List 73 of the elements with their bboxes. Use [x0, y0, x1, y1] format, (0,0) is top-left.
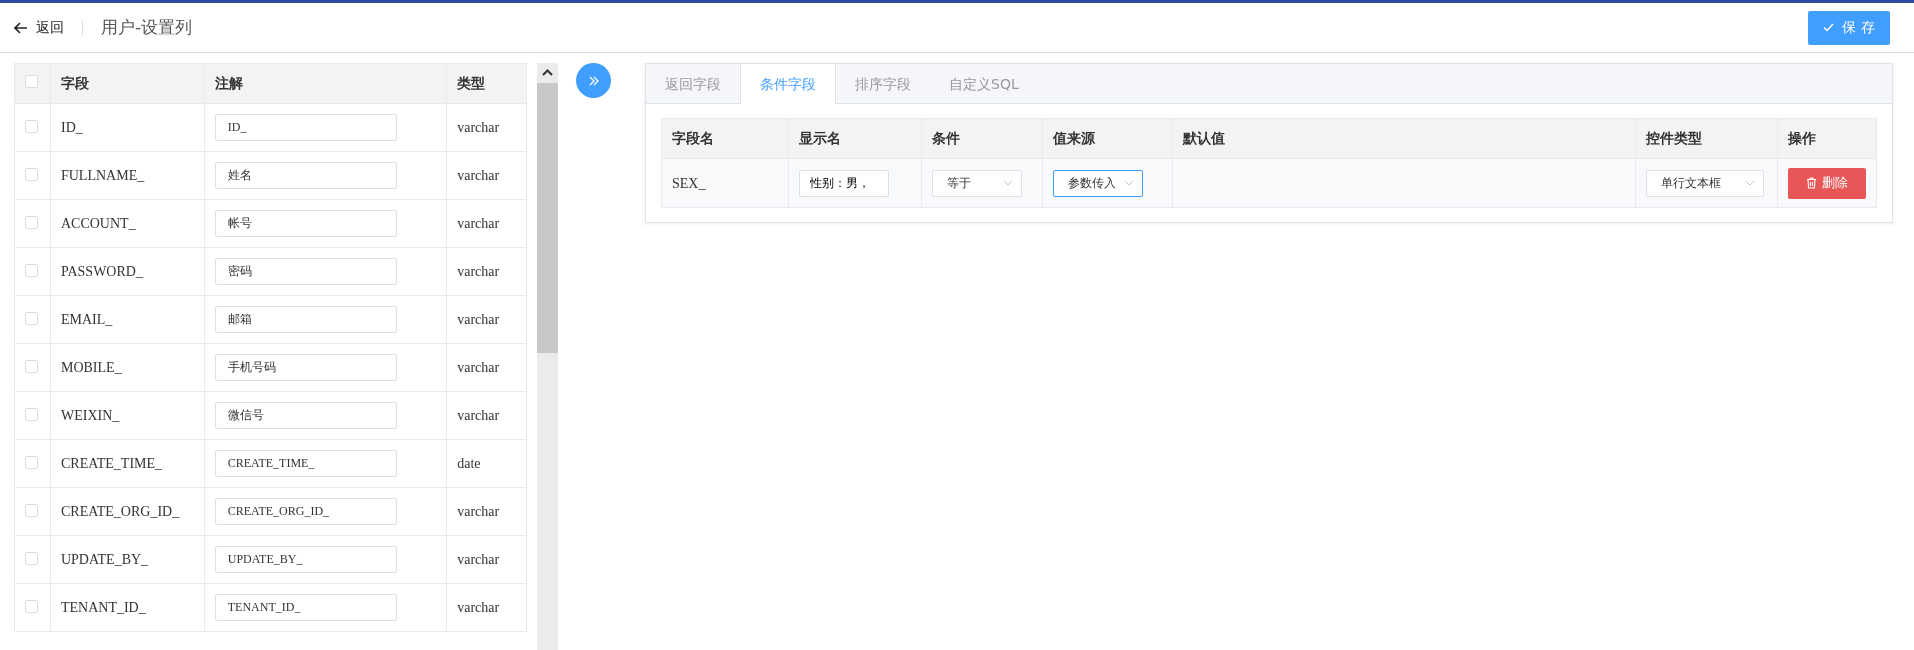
comment-input[interactable]: 邮箱 [214, 306, 397, 333]
field-name-cell: UPDATE_BY_ [50, 535, 205, 584]
field-name-cell: ACCOUNT_ [50, 199, 205, 248]
field-name-cell: EMAIL_ [50, 295, 205, 344]
chevron-down-icon [1123, 180, 1134, 186]
field-name-cell: PASSWORD_ [50, 247, 205, 296]
column-header: 注解 [204, 63, 447, 104]
column-header: 条件 [921, 118, 1043, 159]
double-chevron-icon [588, 75, 599, 86]
back-arrow-icon [14, 21, 28, 34]
type-cell: varchar [446, 487, 527, 536]
select-field[interactable]: 等于 [932, 169, 1023, 197]
row-checkbox[interactable] [25, 167, 38, 181]
row-checkbox[interactable] [25, 503, 38, 517]
type-cell: varchar [446, 391, 527, 440]
type-cell: varchar [446, 247, 527, 296]
field-name-cell: TENANT_ID_ [50, 583, 205, 632]
type-cell: date [446, 439, 527, 488]
row-checkbox[interactable] [25, 455, 38, 469]
field-name-cell: FULLNAME_ [50, 151, 205, 200]
select-field[interactable]: 参数传入 [1052, 169, 1143, 197]
comment-input[interactable]: CREATE_TIME_ [214, 450, 397, 477]
comment-input[interactable]: 手机号码 [214, 354, 397, 381]
comment-input[interactable]: UPDATE_BY_ [214, 546, 397, 573]
row-checkbox[interactable] [25, 407, 38, 421]
select-field[interactable]: 单行文本框 [1645, 169, 1764, 197]
row-checkbox[interactable] [25, 359, 38, 373]
scrollbar[interactable] [537, 63, 558, 650]
row-checkbox[interactable] [25, 599, 38, 613]
row-checkbox[interactable] [25, 215, 38, 229]
column-header: 显示名 [788, 118, 922, 159]
row-checkbox[interactable] [25, 311, 38, 325]
type-cell: varchar [446, 151, 527, 200]
select-all-checkbox[interactable] [25, 75, 38, 88]
comment-input[interactable]: TENANT_ID_ [214, 594, 397, 621]
column-header: 类型 [446, 63, 527, 104]
display-name-input[interactable]: 性别：男， [799, 169, 890, 197]
comment-input[interactable]: 密码 [214, 258, 397, 285]
field-name-cell: ID_ [50, 103, 205, 152]
delete-button[interactable]: 删除 [1787, 167, 1866, 199]
field-name-cell: CREATE_ORG_ID_ [50, 487, 205, 536]
expand-button[interactable] [576, 63, 611, 98]
check-icon [1823, 23, 1835, 32]
column-header: 控件类型 [1635, 118, 1778, 159]
column-header: 默认值 [1172, 118, 1636, 159]
column-header: 字段名 [661, 118, 789, 159]
column-header: 字段 [50, 63, 205, 104]
row-checkbox[interactable] [25, 263, 38, 277]
field-name-cell: MOBILE_ [50, 343, 205, 392]
page-title: 用户-设置列 [101, 15, 193, 39]
row-checkbox[interactable] [25, 119, 38, 133]
column-header: 操作 [1777, 118, 1877, 159]
chevron-down-icon [1003, 180, 1014, 186]
type-cell: varchar [446, 103, 527, 152]
type-cell: varchar [446, 343, 527, 392]
comment-input[interactable]: 微信号 [214, 402, 397, 429]
trash-icon [1805, 177, 1817, 189]
comment-input[interactable]: CREATE_ORG_ID_ [214, 498, 397, 525]
type-cell: varchar [446, 199, 527, 248]
row-checkbox[interactable] [25, 551, 38, 565]
comment-input[interactable]: ID_ [214, 114, 397, 141]
field-name-cell: SEX_ [661, 158, 789, 208]
field-name-cell: WEIXIN_ [50, 391, 205, 440]
column-header: 值来源 [1042, 118, 1173, 159]
type-cell: varchar [446, 535, 527, 584]
type-cell: varchar [446, 295, 527, 344]
back-link[interactable]: 返回 [14, 17, 64, 38]
chevron-down-icon [1744, 180, 1755, 186]
field-name-cell: CREATE_TIME_ [50, 439, 205, 488]
comment-input[interactable]: 姓名 [214, 162, 397, 189]
comment-input[interactable]: 帐号 [214, 210, 397, 237]
type-cell: varchar [446, 583, 527, 632]
scrollbar-thumb[interactable] [537, 83, 558, 353]
